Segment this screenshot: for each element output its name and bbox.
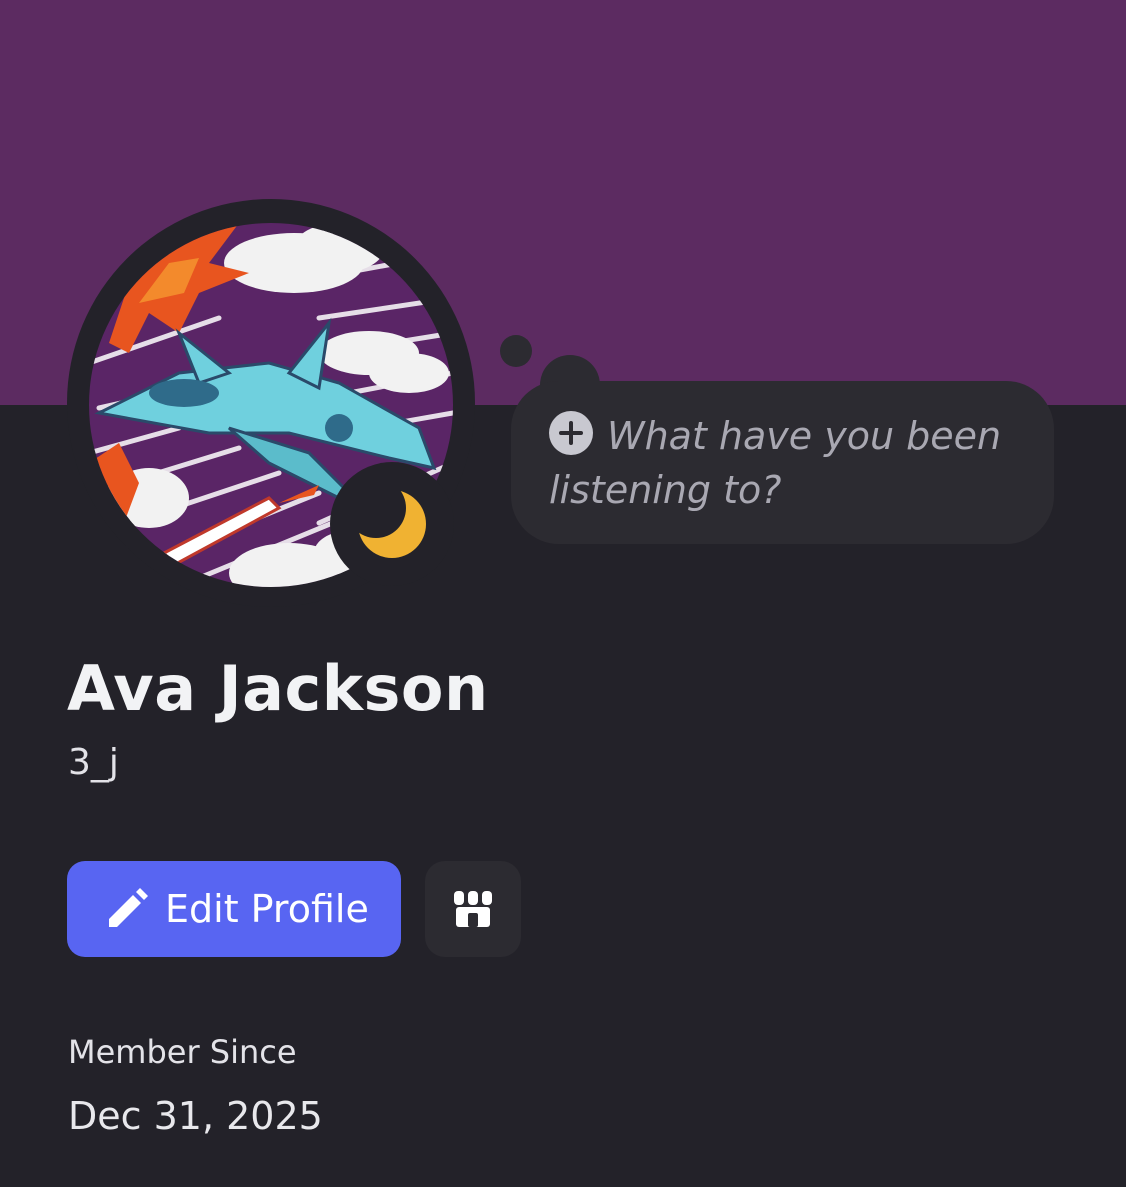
- edit-profile-label: Edit Profile: [165, 887, 369, 931]
- custom-status-bubble[interactable]: What have you been listening to?: [511, 381, 1054, 544]
- member-since-label: Member Since: [68, 1033, 297, 1071]
- pencil-icon: [109, 888, 148, 927]
- thought-bubble-dot: [500, 335, 532, 367]
- crescent-moon-icon: [358, 490, 426, 558]
- custom-status-placeholder: What have you been listening to?: [549, 414, 1002, 512]
- profile-card: What have you been listening to? Ava Jac…: [0, 0, 1126, 1187]
- custom-status-prompt[interactable]: What have you been listening to?: [549, 409, 1019, 517]
- username[interactable]: 3_j: [68, 742, 119, 783]
- plus-circle-icon: [549, 411, 593, 455]
- shop-button[interactable]: [425, 861, 521, 957]
- display-name: Ava Jackson: [67, 652, 489, 725]
- shop-icon: [454, 891, 492, 927]
- edit-profile-button[interactable]: Edit Profile: [67, 861, 401, 957]
- member-since-date: Dec 31, 2025: [68, 1094, 323, 1138]
